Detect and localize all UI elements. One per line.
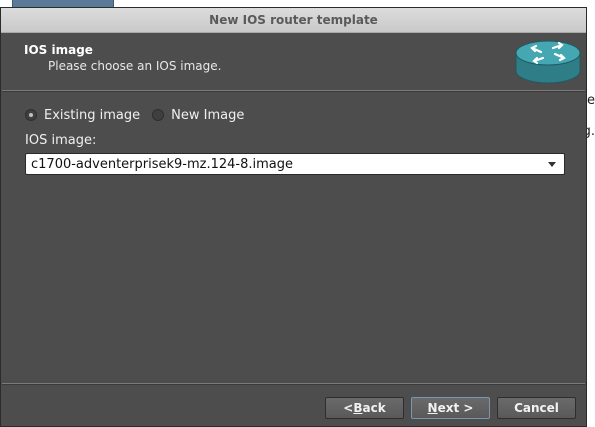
dropdown-arrow-icon[interactable] bbox=[548, 161, 556, 167]
back-button[interactable]: < Back bbox=[325, 397, 404, 419]
dialog-title[interactable]: New IOS router template bbox=[1, 8, 586, 33]
image-source-radio-group: Existing image New Image bbox=[25, 106, 256, 124]
new-image-label: New Image bbox=[171, 107, 245, 123]
wizard-page-subtitle: Please choose an IOS image. bbox=[48, 59, 222, 73]
next-button-mnemonic: N bbox=[427, 401, 438, 415]
new-ios-router-template-dialog: New IOS router template IOS image Please… bbox=[0, 7, 587, 427]
ios-image-label: IOS image: bbox=[25, 133, 97, 148]
next-button-label: ext > bbox=[437, 401, 474, 415]
new-image-radio[interactable]: New Image bbox=[152, 108, 244, 123]
back-button-label: ack bbox=[362, 401, 386, 415]
wizard-page-title: IOS image bbox=[24, 43, 93, 57]
existing-image-radio[interactable]: Existing image bbox=[25, 108, 140, 123]
header-separator bbox=[2, 90, 585, 92]
wizard-header: IOS image Please choose an IOS image. bbox=[1, 33, 586, 91]
ios-image-selected-value: c1700-adventerprisek9-mz.124-8.image bbox=[31, 156, 293, 172]
router-icon bbox=[515, 40, 581, 84]
radio-unchecked-indicator[interactable] bbox=[152, 109, 165, 121]
ios-image-select[interactable]: c1700-adventerprisek9-mz.124-8.image bbox=[25, 153, 565, 175]
back-button-prefix: < bbox=[343, 401, 354, 415]
radio-checked-indicator[interactable] bbox=[25, 109, 37, 121]
cancel-button[interactable]: Cancel bbox=[497, 397, 576, 419]
next-button[interactable]: Next > bbox=[411, 397, 490, 419]
footer-separator bbox=[2, 383, 585, 385]
back-button-mnemonic: B bbox=[353, 401, 363, 415]
existing-image-label: Existing image bbox=[44, 107, 141, 123]
